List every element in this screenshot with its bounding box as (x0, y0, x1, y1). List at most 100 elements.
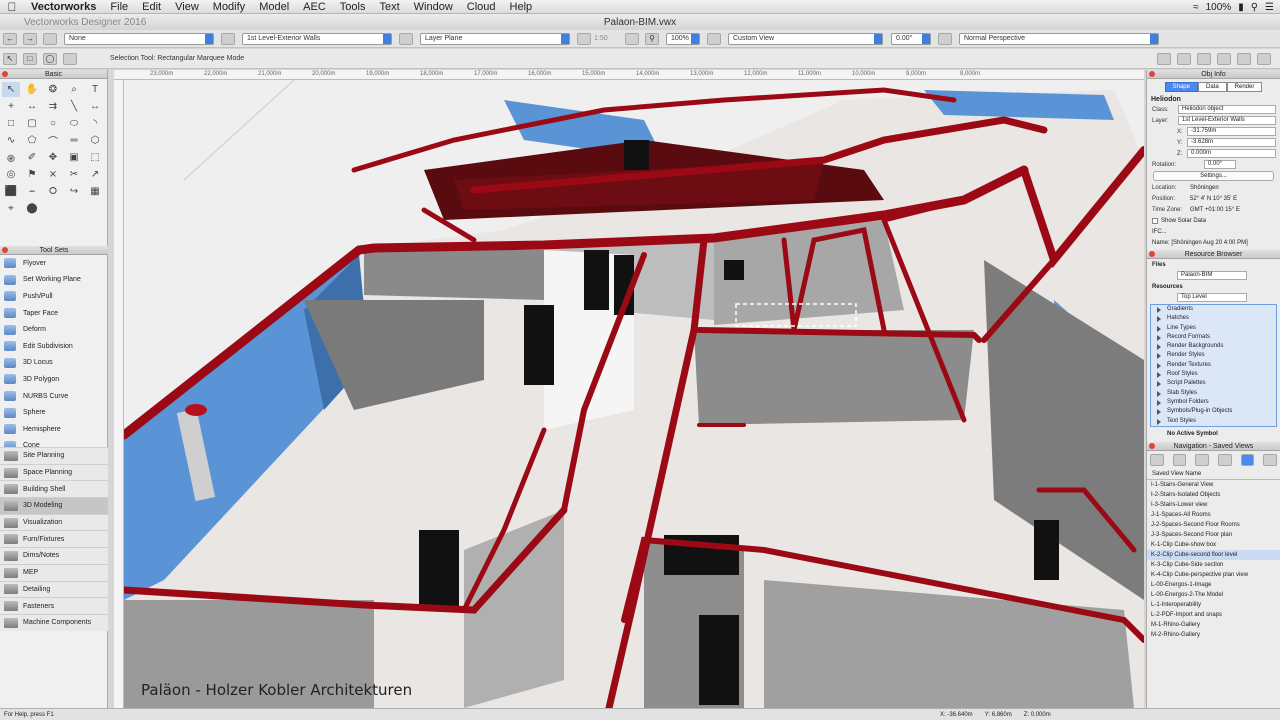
extract-icon[interactable]: ⬚ (86, 150, 104, 165)
menu-text[interactable]: Text (372, 1, 406, 13)
tool-set-item[interactable]: 3D Polygon (0, 371, 108, 388)
resource-folder[interactable]: Record Formats (1151, 333, 1276, 342)
resource-select[interactable]: Top Level (1177, 293, 1247, 302)
forward-icon[interactable]: → (23, 32, 37, 45)
tab-render[interactable]: Render (1226, 82, 1263, 92)
tool-set-item[interactable]: Sphere (0, 404, 108, 421)
render-icon[interactable] (1157, 52, 1171, 65)
line-icon[interactable]: ╲ (65, 99, 83, 114)
tool-set-tab[interactable]: Space Planning (0, 463, 108, 481)
text-icon[interactable]: T (86, 82, 104, 97)
classes-icon[interactable] (1195, 453, 1209, 466)
menu-window[interactable]: Window (407, 1, 460, 13)
class-field[interactable]: Heliodon object (1178, 105, 1276, 114)
saved-view-item[interactable]: I-2-Stairs-Isolated Objects (1147, 490, 1280, 500)
pan-icon[interactable]: ✥ (44, 150, 62, 165)
resource-folder[interactable]: Text Styles (1151, 417, 1276, 426)
plane-select[interactable]: Layer Plane (420, 32, 570, 45)
saved-view-item[interactable]: L-2-PDF-Import and snaps (1147, 610, 1280, 620)
shape-icon[interactable]: ⬡ (86, 133, 104, 148)
menu-app[interactable]: Vectorworks (24, 1, 103, 13)
saved-view-item[interactable]: M-2-Rhino-Gallery (1147, 630, 1280, 640)
tool-set-item[interactable]: NURBS Curve (0, 388, 108, 405)
measure-icon[interactable]: ↗ (86, 167, 104, 182)
eyedropper-icon[interactable]: ✐ (23, 150, 41, 165)
select-mode-icon[interactable]: ↖ (3, 52, 17, 65)
cube-icon[interactable] (1197, 52, 1211, 65)
hand-icon[interactable]: ✋ (23, 82, 41, 97)
curve-icon[interactable]: ⌢ (23, 184, 41, 199)
scale-icon[interactable] (577, 32, 591, 45)
saved-view-item[interactable]: I-1-Stairs-General View (1147, 480, 1280, 490)
saved-view-item[interactable]: M-1-Rhino-Gallery (1147, 620, 1280, 630)
class-select[interactable]: None (64, 32, 214, 45)
close-icon[interactable] (1149, 442, 1155, 449)
loci-icon[interactable]: + (2, 99, 20, 114)
spotlight-icon[interactable]: ⚲ (1251, 2, 1258, 13)
zoom-icon[interactable]: ⌕ (65, 82, 83, 97)
resource-folder[interactable]: Render Backgrounds (1151, 342, 1276, 351)
component-icon[interactable]: ▦ (86, 184, 104, 199)
arrow-icon[interactable]: ↖ (2, 82, 20, 97)
tool-set-tab[interactable]: Fasteners (0, 597, 108, 614)
plane-icon[interactable] (399, 32, 413, 45)
back-icon[interactable]: ← (3, 32, 17, 45)
tool-set-tab[interactable]: Dims/Notes (0, 547, 108, 564)
3d-icon[interactable]: ⬛ (2, 184, 20, 199)
battery-icon[interactable]: ▮ (1238, 2, 1244, 13)
snap-icon[interactable]: ⌖ (2, 201, 20, 216)
polyline-icon[interactable]: ⌒ (44, 133, 62, 148)
close-icon[interactable] (2, 247, 8, 253)
view-select[interactable]: Custom View (728, 32, 883, 45)
drawing-canvas[interactable] (124, 80, 1144, 708)
tool-set-item[interactable]: Taper Face (0, 305, 108, 322)
attribute-icon[interactable]: ▣ (65, 150, 83, 165)
menu-file[interactable]: File (103, 1, 135, 13)
resource-folder[interactable]: Line Types (1151, 324, 1276, 333)
target-icon[interactable]: ◎ (2, 167, 20, 182)
tool-set-item[interactable]: Set Working Plane (0, 272, 108, 289)
tool-set-item[interactable]: 3D Locus (0, 355, 108, 372)
menu-model[interactable]: Model (252, 1, 296, 13)
saved-view-item[interactable]: L-00-Energos-2-The Model (1147, 590, 1280, 600)
solar-checkbox[interactable] (1152, 217, 1158, 224)
ifc-label[interactable]: IFC... (1152, 229, 1167, 235)
close-icon[interactable] (1149, 251, 1155, 257)
menu-aec[interactable]: AEC (296, 1, 333, 13)
resource-folder[interactable]: Symbols/Plug-in Objects (1151, 407, 1276, 416)
wifi-icon[interactable]: ≈ (1193, 2, 1199, 13)
rounded-rect-icon[interactable]: ▢ (23, 116, 41, 131)
mirror-icon[interactable]: ↔ (23, 99, 41, 114)
tool-set-tab[interactable]: Site Planning (0, 447, 108, 464)
settings-button[interactable]: Settings... (1153, 171, 1274, 181)
tool-set-item[interactable]: Deform (0, 321, 108, 338)
menu-list-icon[interactable]: ☰ (1265, 2, 1274, 13)
resource-folder[interactable]: Slab Styles (1151, 389, 1276, 398)
apple-icon[interactable]:  (0, 0, 24, 14)
arc-icon[interactable]: ◝ (86, 116, 104, 131)
menu-view[interactable]: View (168, 1, 206, 13)
saved-view-item[interactable]: J-2-Spaces-Second Floor Rooms (1147, 520, 1280, 530)
fit-icon[interactable] (625, 32, 639, 45)
tool-set-item[interactable]: Hemisphere (0, 421, 108, 438)
resource-folder[interactable]: Render Textures (1151, 361, 1276, 370)
menu-modify[interactable]: Modify (206, 1, 252, 13)
menu-cloud[interactable]: Cloud (460, 1, 503, 13)
saved-view-item[interactable]: L-00-Energos-1-Image (1147, 580, 1280, 590)
close-icon[interactable] (2, 71, 8, 77)
projection-select[interactable]: Normal Perspective (959, 32, 1159, 45)
tool-set-tab[interactable]: 3D Modeling (0, 497, 108, 514)
cut-icon[interactable]: ✂ (65, 167, 83, 182)
menu-help[interactable]: Help (503, 1, 540, 13)
flyover-icon[interactable]: ❂ (44, 82, 62, 97)
tab-shape[interactable]: Shape (1164, 82, 1198, 92)
resource-folder[interactable]: Hatches (1151, 314, 1276, 323)
saved-view-item[interactable]: J-1-Spaces-All Rooms (1147, 510, 1280, 520)
tool-set-item[interactable]: Flyover (0, 255, 108, 272)
layer-icon[interactable] (221, 32, 235, 45)
oval-icon[interactable]: ⬭ (65, 116, 83, 131)
grid-icon[interactable] (1217, 52, 1231, 65)
saved-view-item[interactable]: L-1-Interoperability (1147, 600, 1280, 610)
tab-data[interactable]: Data (1197, 82, 1227, 92)
resource-folder[interactable]: Script Palettes (1151, 379, 1276, 388)
